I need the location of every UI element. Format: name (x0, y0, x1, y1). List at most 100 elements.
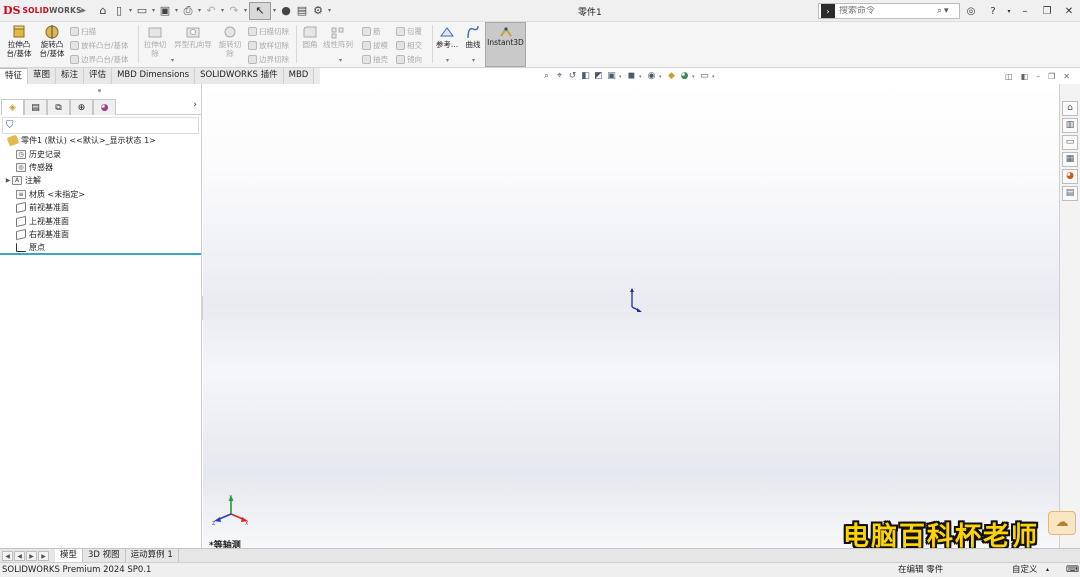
wrap-button[interactable]: 包覆 (396, 26, 422, 37)
linear-pattern-button[interactable]: 线性阵列 (320, 25, 356, 49)
view-settings-dropdown-icon[interactable]: ▾ (712, 74, 717, 80)
zoom-to-fit-icon[interactable]: ⌕ (541, 71, 552, 82)
viewport-split-icon[interactable]: ◧ (1021, 72, 1029, 81)
hole-wizard-button[interactable]: 异型孔向导 (171, 25, 215, 49)
search-commands[interactable]: › ⌕ ▾ (818, 3, 960, 19)
solidworks-logo[interactable]: DS SOLIDWORKS (0, 4, 82, 17)
undo-icon[interactable]: ↶ (203, 3, 219, 19)
extrude-cut-dropdown-icon[interactable]: ▾ (171, 57, 174, 64)
display-manager-tab-icon[interactable]: ◕ (93, 99, 116, 115)
previous-view-icon[interactable]: ↺ (567, 71, 578, 82)
graphics-area[interactable] (203, 84, 1059, 548)
minimize-icon[interactable]: – (1014, 6, 1036, 17)
view-palette-icon[interactable]: ▦ (1062, 152, 1078, 167)
revolve-boss-button[interactable]: 旋转凸台/基体 (37, 25, 67, 58)
expand-tabs-icon[interactable]: › (193, 100, 197, 110)
redo-dropdown-icon[interactable]: ▾ (242, 7, 249, 14)
hide-show-items-icon[interactable]: ◉ (646, 71, 657, 82)
apply-scene-icon[interactable]: ◕ (679, 71, 690, 82)
home-icon[interactable]: ⌂ (95, 3, 111, 19)
open-dropdown-icon[interactable]: ▾ (150, 7, 157, 14)
tab-evaluate[interactable]: 评估 (84, 68, 113, 84)
view-orientation-icon[interactable]: ▣ (606, 71, 617, 82)
expand-arrow-icon[interactable]: ▶ (4, 177, 12, 184)
filter-icon[interactable]: ⛉ (2, 117, 199, 134)
tree-item-history[interactable]: ◷ 历史记录 (0, 147, 200, 160)
open-folder-icon[interactable]: ▭ (134, 3, 150, 19)
print-dropdown-icon[interactable]: ▾ (196, 7, 203, 14)
dynamic-annotation-icon[interactable]: ◩ (593, 71, 604, 82)
tab-solidworks-addins[interactable]: SOLIDWORKS 插件 (195, 68, 284, 84)
origin-marker-icon[interactable] (626, 287, 644, 313)
hide-show-dropdown-icon[interactable]: ▾ (659, 74, 664, 80)
first-tab-icon[interactable]: ◀ (2, 550, 13, 561)
units-dropdown-icon[interactable]: ▴ (1046, 563, 1049, 577)
property-manager-tab-icon[interactable]: ▤ (24, 99, 47, 115)
curves-button[interactable]: 曲线 (462, 25, 484, 49)
viewport-close-icon[interactable]: ✕ (1063, 72, 1070, 81)
close-icon[interactable]: ✕ (1058, 6, 1080, 17)
tree-item-annotations[interactable]: ▶ A 注解 (0, 174, 200, 187)
dimxpert-manager-tab-icon[interactable]: ⊕ (70, 99, 93, 115)
help-icon[interactable]: ? (982, 6, 1004, 17)
rebuild-icon[interactable]: ● (278, 3, 294, 19)
appearances-scenes-icon[interactable]: ◕ (1062, 169, 1078, 184)
lofted-cut-button[interactable]: 放样切除 (248, 40, 289, 51)
tree-item-material[interactable]: ≡ 材质 <未指定> (0, 188, 200, 201)
boundary-cut-button[interactable]: 边界切除 (248, 54, 289, 65)
select-dropdown-icon[interactable]: ▾ (271, 7, 278, 14)
select-pointer-icon[interactable]: ↖ (249, 1, 271, 20)
fillet-button[interactable]: 圆角 (299, 25, 321, 49)
unit-system[interactable]: 自定义 (1012, 563, 1038, 577)
tab-motion-study[interactable]: 运动算例 1 (126, 549, 179, 562)
extrude-cut-button[interactable]: 拉伸切除 (141, 25, 169, 58)
viewport-tile-icon[interactable]: ◫ (1005, 72, 1013, 81)
display-style-icon[interactable]: ◼ (626, 71, 637, 82)
options-gear-icon[interactable]: ⚙ (310, 3, 326, 19)
draft-button[interactable]: 拔模 (362, 40, 388, 51)
feature-manager-tab-icon[interactable]: ◈ (1, 99, 24, 115)
tab-sketch[interactable]: 草图 (28, 68, 57, 84)
revolve-cut-button[interactable]: 旋转切除 (216, 25, 244, 58)
next-tab-icon[interactable]: ▶ (26, 550, 37, 561)
mirror-button[interactable]: 镜向 (396, 54, 422, 65)
sweep-button[interactable]: 扫描 (70, 26, 96, 37)
viewport-minimize-icon[interactable]: – (1036, 72, 1040, 81)
apply-scene-dropdown-icon[interactable]: ▾ (692, 74, 697, 80)
section-view-icon[interactable]: ◧ (580, 71, 591, 82)
cloud-icon[interactable]: ☁ (1048, 511, 1076, 535)
design-library-icon[interactable]: ▥ (1062, 118, 1078, 133)
save-dropdown-icon[interactable]: ▾ (173, 7, 180, 14)
tree-item-top-plane[interactable]: 上视基准面 (0, 214, 200, 227)
configuration-manager-tab-icon[interactable]: ⧉ (47, 99, 70, 115)
rollback-bar[interactable] (0, 253, 201, 255)
help-dropdown-icon[interactable]: ▾ (1004, 8, 1014, 15)
rib-button[interactable]: 筋 (362, 26, 381, 37)
restore-icon[interactable]: ❐ (1036, 6, 1058, 17)
tab-mbd[interactable]: MBD (283, 68, 315, 84)
new-document-icon[interactable]: ▯ (111, 3, 127, 19)
tree-root-part[interactable]: 零件1 (默认) <<默认>_显示状态 1> (0, 134, 200, 147)
tab-model[interactable]: 模型 (55, 549, 84, 562)
intersect-button[interactable]: 相交 (396, 40, 422, 51)
tree-item-front-plane[interactable]: 前视基准面 (0, 201, 200, 214)
file-properties-icon[interactable]: ▤ (294, 3, 310, 19)
undo-dropdown-icon[interactable]: ▾ (219, 7, 226, 14)
solidworks-resources-icon[interactable]: ⌂ (1062, 101, 1078, 116)
display-style-dropdown-icon[interactable]: ▾ (639, 74, 644, 80)
print-icon[interactable]: ⎙ (180, 3, 196, 19)
curves-dropdown-icon[interactable]: ▾ (472, 57, 475, 64)
viewport-restore-icon[interactable]: ❐ (1048, 72, 1055, 81)
search-icon[interactable]: ⌕ (937, 6, 942, 16)
instant3d-button[interactable]: Instant3D (485, 22, 526, 67)
loft-boss-button[interactable]: 放样凸台/基体 (70, 40, 129, 51)
redo-icon[interactable]: ↷ (226, 3, 242, 19)
search-dropdown-icon[interactable]: ▾ (944, 6, 949, 16)
reference-dropdown-icon[interactable]: ▾ (446, 57, 449, 64)
new-dropdown-icon[interactable]: ▾ (127, 7, 134, 14)
custom-properties-icon[interactable]: ▤ (1062, 186, 1078, 201)
view-orientation-dropdown-icon[interactable]: ▾ (619, 74, 624, 80)
tree-item-sensors[interactable]: ◎ 传感器 (0, 161, 200, 174)
previous-tab-icon[interactable]: ◀ (14, 550, 25, 561)
tree-item-right-plane[interactable]: 右视基准面 (0, 228, 200, 241)
